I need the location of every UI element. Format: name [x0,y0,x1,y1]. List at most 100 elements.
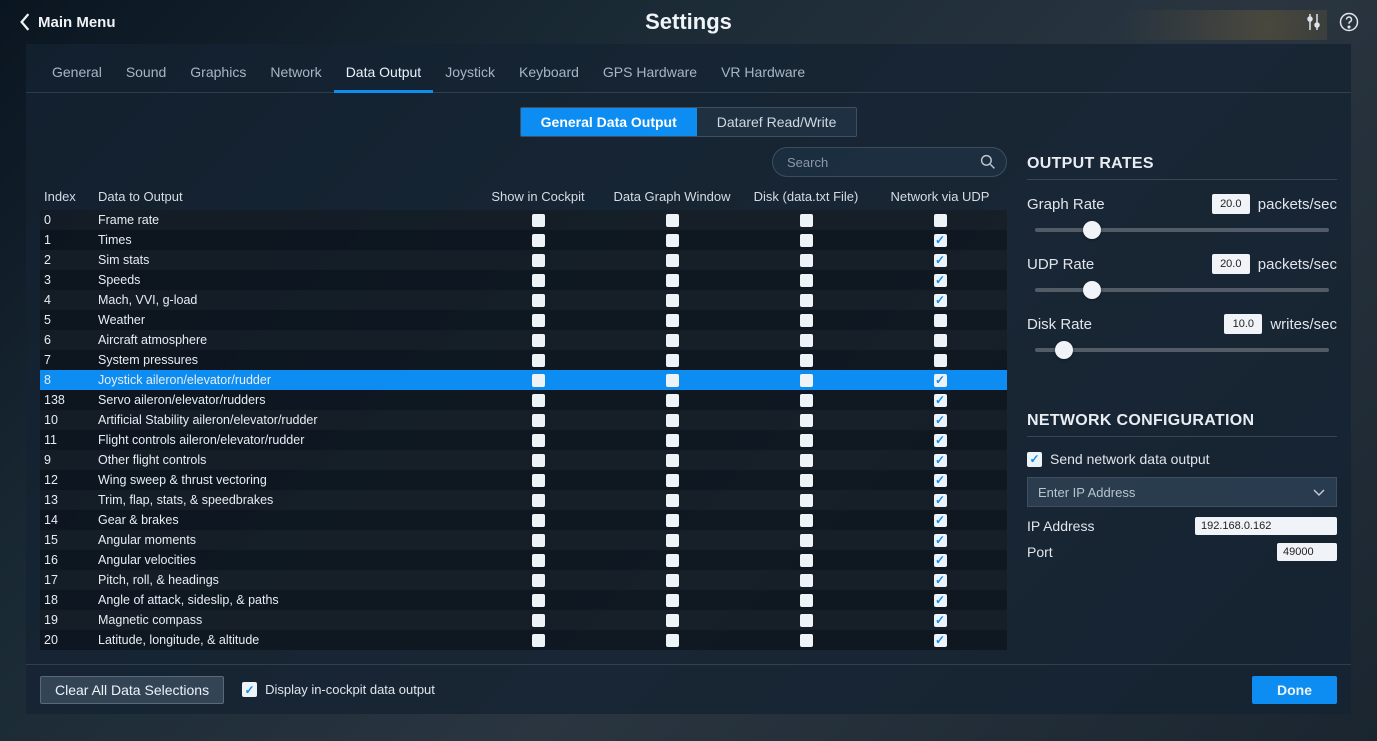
row-checkbox[interactable] [532,534,545,547]
row-checkbox[interactable] [666,454,679,467]
row-checkbox[interactable] [532,354,545,367]
row-checkbox[interactable] [532,374,545,387]
table-row[interactable]: 7System pressures [40,350,1007,370]
table-row[interactable]: 8Joystick aileron/elevator/rudder [40,370,1007,390]
table-row[interactable]: 10Artificial Stability aileron/elevator/… [40,410,1007,430]
row-checkbox[interactable] [666,534,679,547]
table-row[interactable]: 17Pitch, roll, & headings [40,570,1007,590]
row-checkbox[interactable] [532,314,545,327]
row-checkbox[interactable] [532,634,545,647]
row-checkbox[interactable] [666,334,679,347]
row-checkbox[interactable] [800,574,813,587]
tab-gps-hardware[interactable]: GPS Hardware [591,56,709,92]
row-checkbox[interactable] [934,394,947,407]
send-network-row[interactable]: Send network data output [1027,451,1337,467]
row-checkbox[interactable] [934,414,947,427]
row-checkbox[interactable] [934,234,947,247]
row-checkbox[interactable] [532,594,545,607]
done-button[interactable]: Done [1252,676,1337,704]
row-checkbox[interactable] [800,514,813,527]
subtab-general-data-output[interactable]: General Data Output [521,108,697,136]
row-checkbox[interactable] [532,554,545,567]
row-checkbox[interactable] [934,454,947,467]
row-checkbox[interactable] [934,334,947,347]
ip-dropdown[interactable]: Enter IP Address [1027,477,1337,507]
row-checkbox[interactable] [666,354,679,367]
row-checkbox[interactable] [532,334,545,347]
row-checkbox[interactable] [934,474,947,487]
udp-rate-value[interactable]: 20.0 [1212,254,1250,274]
row-checkbox[interactable] [666,214,679,227]
row-checkbox[interactable] [532,614,545,627]
row-checkbox[interactable] [800,614,813,627]
row-checkbox[interactable] [666,634,679,647]
tab-sound[interactable]: Sound [114,56,178,92]
disk-rate-slider[interactable] [1027,340,1337,360]
row-checkbox[interactable] [934,434,947,447]
row-checkbox[interactable] [934,514,947,527]
table-row[interactable]: 5Weather [40,310,1007,330]
row-checkbox[interactable] [934,374,947,387]
table-row[interactable]: 6Aircraft atmosphere [40,330,1007,350]
table-row[interactable]: 2Sim stats [40,250,1007,270]
table-row[interactable]: 11Flight controls aileron/elevator/rudde… [40,430,1007,450]
row-checkbox[interactable] [666,574,679,587]
row-checkbox[interactable] [666,394,679,407]
row-checkbox[interactable] [532,474,545,487]
table-row[interactable]: 3Speeds [40,270,1007,290]
row-checkbox[interactable] [800,594,813,607]
search-input[interactable] [787,155,980,170]
row-checkbox[interactable] [800,234,813,247]
row-checkbox[interactable] [800,214,813,227]
display-cockpit-checkbox[interactable] [242,682,257,697]
grid-body[interactable]: 0Frame rate1Times2Sim stats3Speeds4Mach,… [40,210,1007,650]
row-checkbox[interactable] [666,614,679,627]
table-row[interactable]: 12Wing sweep & thrust vectoring [40,470,1007,490]
row-checkbox[interactable] [666,274,679,287]
row-checkbox[interactable] [934,554,947,567]
graph-rate-slider[interactable] [1027,220,1337,240]
row-checkbox[interactable] [934,594,947,607]
row-checkbox[interactable] [532,294,545,307]
row-checkbox[interactable] [800,494,813,507]
table-row[interactable]: 15Angular moments [40,530,1007,550]
table-row[interactable]: 4Mach, VVI, g-load [40,290,1007,310]
help-icon[interactable] [1339,12,1359,32]
udp-rate-slider[interactable] [1027,280,1337,300]
table-row[interactable]: 138Servo aileron/elevator/rudders [40,390,1007,410]
row-checkbox[interactable] [934,574,947,587]
row-checkbox[interactable] [800,354,813,367]
row-checkbox[interactable] [532,494,545,507]
row-checkbox[interactable] [532,514,545,527]
row-checkbox[interactable] [800,414,813,427]
row-checkbox[interactable] [800,454,813,467]
row-checkbox[interactable] [934,214,947,227]
table-row[interactable]: 16Angular velocities [40,550,1007,570]
row-checkbox[interactable] [532,394,545,407]
table-row[interactable]: 0Frame rate [40,210,1007,230]
row-checkbox[interactable] [532,214,545,227]
row-checkbox[interactable] [800,634,813,647]
row-checkbox[interactable] [800,294,813,307]
clear-all-button[interactable]: Clear All Data Selections [40,676,224,704]
row-checkbox[interactable] [800,394,813,407]
table-row[interactable]: 20Latitude, longitude, & altitude [40,630,1007,650]
row-checkbox[interactable] [934,614,947,627]
row-checkbox[interactable] [666,514,679,527]
row-checkbox[interactable] [532,574,545,587]
row-checkbox[interactable] [666,314,679,327]
table-row[interactable]: 13Trim, flap, stats, & speedbrakes [40,490,1007,510]
search-input-wrap[interactable] [772,147,1007,177]
row-checkbox[interactable] [800,374,813,387]
row-checkbox[interactable] [532,274,545,287]
port-input[interactable]: 49000 [1277,543,1337,561]
row-checkbox[interactable] [800,474,813,487]
row-checkbox[interactable] [934,534,947,547]
row-checkbox[interactable] [666,374,679,387]
main-menu-button[interactable]: Main Menu [18,13,116,31]
subtab-dataref-read-write[interactable]: Dataref Read/Write [697,108,857,136]
row-checkbox[interactable] [532,454,545,467]
row-checkbox[interactable] [666,434,679,447]
row-checkbox[interactable] [934,494,947,507]
row-checkbox[interactable] [666,254,679,267]
